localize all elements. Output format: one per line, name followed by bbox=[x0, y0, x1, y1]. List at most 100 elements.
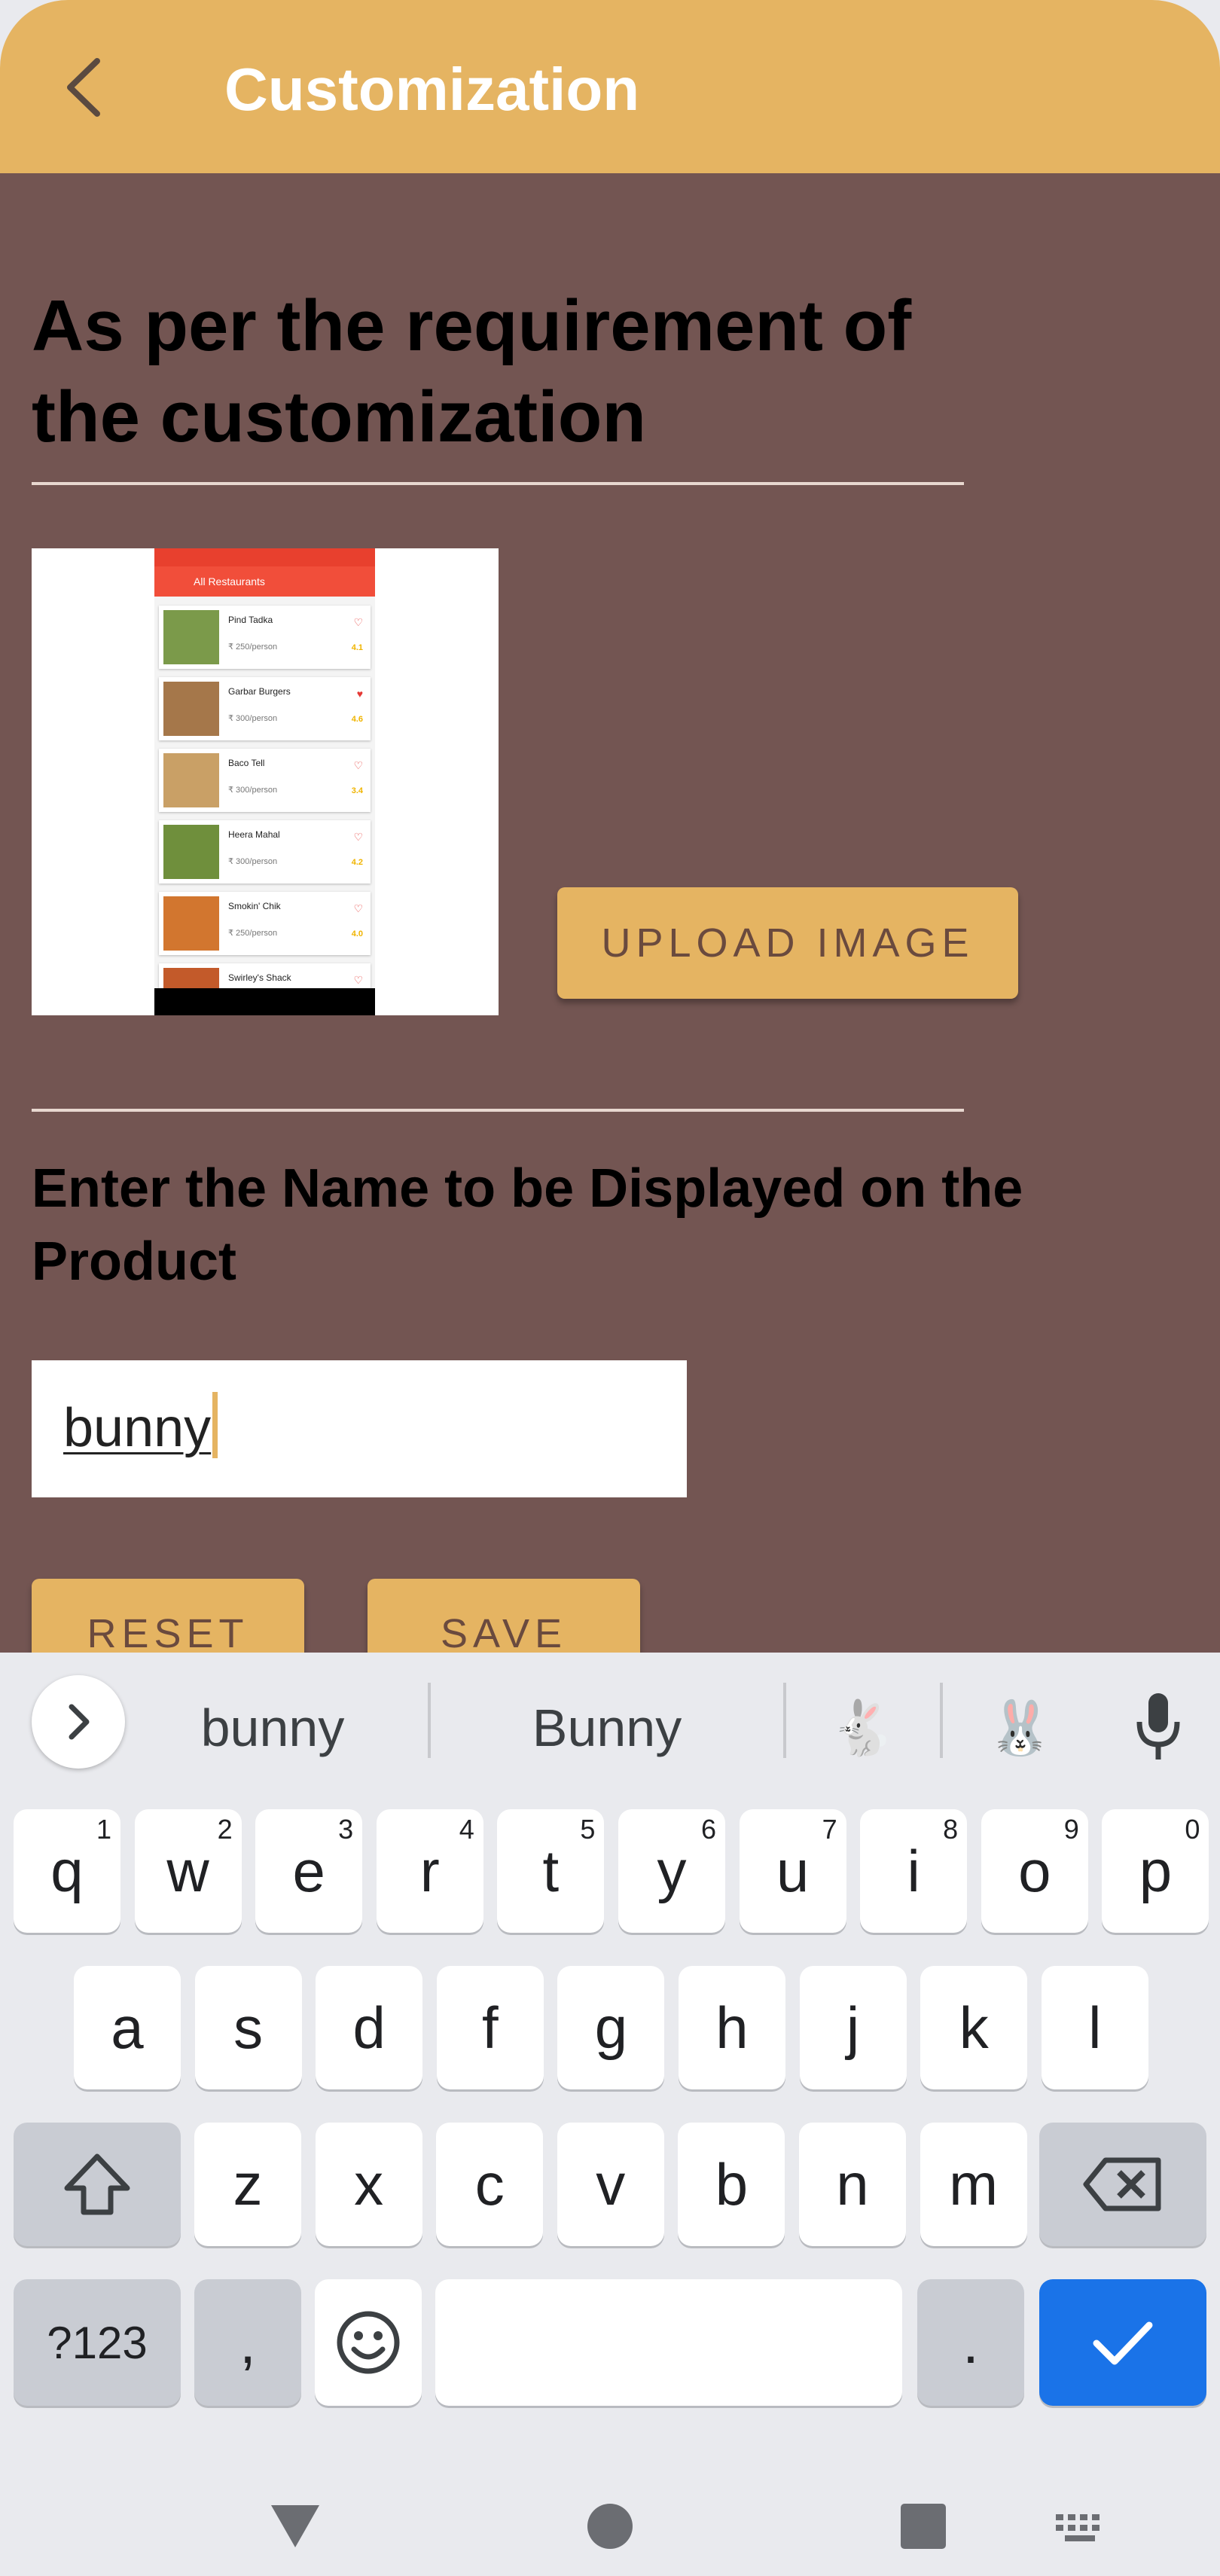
preview-item-name: Baco Tell bbox=[228, 758, 265, 768]
key-f[interactable]: f bbox=[436, 1966, 544, 2089]
key-j[interactable]: j bbox=[799, 1966, 907, 2089]
shift-icon bbox=[64, 2153, 130, 2215]
heart-icon: ♡ bbox=[353, 616, 363, 628]
emoji-icon bbox=[337, 2311, 400, 2374]
app-bar: Customization bbox=[0, 0, 1220, 173]
key-p[interactable]: p0 bbox=[1102, 1809, 1209, 1933]
comma-key[interactable]: , bbox=[194, 2279, 301, 2406]
preview-item-thumbnail bbox=[163, 753, 219, 807]
arrow-back-icon bbox=[67, 58, 100, 117]
nav-home-icon[interactable] bbox=[586, 2502, 634, 2550]
emoji-suggestion-rabbit-face[interactable]: 🐰 bbox=[979, 1698, 1062, 1758]
preview-item-price: ₹ 300/person bbox=[228, 786, 278, 795]
preview-item-thumbnail bbox=[163, 825, 219, 879]
key-t[interactable]: t5 bbox=[497, 1809, 605, 1933]
shift-key[interactable] bbox=[14, 2123, 181, 2246]
suggestion-word[interactable]: bunny bbox=[160, 1698, 386, 1758]
key-hint: 6 bbox=[700, 1814, 716, 1845]
preview-item-name: Garbar Burgers bbox=[228, 686, 291, 697]
key-n[interactable]: n bbox=[799, 2123, 906, 2246]
key-w[interactable]: w2 bbox=[134, 1809, 242, 1933]
key-i[interactable]: i8 bbox=[860, 1809, 968, 1933]
enter-key[interactable] bbox=[1039, 2279, 1206, 2406]
name-input[interactable]: bunny bbox=[32, 1360, 687, 1497]
backspace-key[interactable] bbox=[1039, 2123, 1206, 2246]
suggestion-divider bbox=[783, 1683, 786, 1758]
preview-item-price: ₹ 250/person bbox=[228, 642, 278, 652]
symbols-key[interactable]: ?123 bbox=[14, 2279, 181, 2406]
nav-back-icon[interactable] bbox=[268, 2502, 322, 2550]
preview-item-rating: 4.1 bbox=[351, 643, 363, 652]
key-hint: 9 bbox=[1063, 1814, 1079, 1845]
screen: Customization As per the requirement of … bbox=[0, 0, 1220, 2576]
back-button[interactable] bbox=[47, 50, 122, 125]
key-x[interactable]: x bbox=[315, 2123, 422, 2246]
key-g[interactable]: g bbox=[557, 1966, 665, 2089]
preview-nav-bar bbox=[154, 988, 375, 1015]
key-k[interactable]: k bbox=[920, 1966, 1028, 2089]
key-v[interactable]: v bbox=[557, 2123, 664, 2246]
key-c[interactable]: c bbox=[436, 2123, 544, 2246]
preview-item-thumbnail bbox=[163, 610, 219, 664]
microphone-icon[interactable] bbox=[1122, 1689, 1194, 1767]
preview-list-item: Pind Tadka ₹ 250/person ♡ 4.1 bbox=[159, 606, 371, 669]
period-key[interactable]: . bbox=[917, 2279, 1024, 2406]
suggestion-divider bbox=[940, 1683, 943, 1758]
key-m[interactable]: m bbox=[920, 2123, 1027, 2246]
key-hint: 5 bbox=[580, 1814, 596, 1845]
name-heading: Enter the Name to be Displayed on the Pr… bbox=[32, 1158, 1023, 1292]
name-input-value: bunny bbox=[63, 1398, 212, 1458]
preview-item-thumbnail bbox=[163, 682, 219, 736]
save-button[interactable]: SAVE bbox=[368, 1579, 640, 1653]
text-cursor bbox=[212, 1392, 218, 1458]
key-b[interactable]: b bbox=[678, 2123, 785, 2246]
preview-item-price: ₹ 250/person bbox=[228, 929, 278, 938]
preview-item-price: ₹ 300/person bbox=[228, 857, 278, 866]
key-s[interactable]: s bbox=[194, 1966, 302, 2089]
section-heading: As per the requirement of the customizat… bbox=[32, 285, 912, 457]
space-key[interactable] bbox=[435, 2279, 902, 2406]
upload-image-button[interactable]: UPLOAD IMAGE bbox=[557, 887, 1018, 999]
preview-screenshot: All Restaurants Pind Tadka ₹ 250/person ♡ 4… bbox=[154, 548, 375, 1015]
preview-item-name: Pind Tadka bbox=[228, 615, 273, 625]
key-o[interactable]: o9 bbox=[981, 1809, 1088, 1933]
preview-header: All Restaurants bbox=[154, 548, 375, 597]
preview-item-name: Smokin' Chik bbox=[228, 901, 281, 911]
page-title: Customization bbox=[224, 56, 640, 123]
key-u[interactable]: u7 bbox=[739, 1809, 846, 1933]
heart-icon: ♥ bbox=[356, 688, 363, 700]
key-h[interactable]: h bbox=[679, 1966, 785, 2089]
preview-item-price: ₹ 300/person bbox=[228, 714, 278, 723]
preview-list-item: Garbar Burgers ₹ 300/person ♥ 4.6 bbox=[159, 677, 371, 740]
preview-item-thumbnail bbox=[163, 896, 219, 951]
key-z[interactable]: z bbox=[194, 2123, 301, 2246]
emoji-suggestion-rabbit[interactable]: 🐇 bbox=[821, 1698, 904, 1758]
chevron-right-icon[interactable] bbox=[32, 1675, 125, 1769]
key-q[interactable]: q1 bbox=[14, 1809, 120, 1933]
suggestion-word[interactable]: Bunny bbox=[494, 1698, 720, 1758]
key-l[interactable]: l bbox=[1041, 1966, 1148, 2089]
keyboard-hide-icon[interactable] bbox=[1053, 2510, 1107, 2546]
key-hint: 0 bbox=[1185, 1814, 1200, 1845]
preview-header-title: All Restaurants bbox=[194, 575, 265, 588]
key-a[interactable]: a bbox=[74, 1966, 181, 2089]
soft-keyboard: bunny Bunny 🐇 🐰 q1w2e3r4t5y6u7i8o9p0 asdf… bbox=[0, 1653, 1220, 2576]
reset-button[interactable]: RESET bbox=[32, 1579, 304, 1653]
suggestion-divider bbox=[428, 1683, 431, 1758]
key-d[interactable]: d bbox=[316, 1966, 423, 2089]
emoji-key[interactable] bbox=[315, 2279, 422, 2406]
key-hint: 4 bbox=[459, 1814, 474, 1845]
nav-recents-icon[interactable] bbox=[901, 2504, 946, 2549]
preview-item-rating: 4.6 bbox=[351, 715, 363, 724]
check-icon bbox=[1093, 2321, 1153, 2365]
backspace-icon bbox=[1083, 2157, 1161, 2211]
preview-item-rating: 4.2 bbox=[351, 858, 363, 867]
key-y[interactable]: y6 bbox=[618, 1809, 725, 1933]
preview-item-rating: 4.0 bbox=[351, 929, 363, 939]
key-hint: 8 bbox=[943, 1814, 959, 1845]
main-content[interactable]: As per the requirement of the customizat… bbox=[0, 173, 1220, 1653]
key-hint: 1 bbox=[96, 1814, 111, 1845]
preview-item-rating: 3.4 bbox=[351, 786, 363, 795]
key-e[interactable]: e3 bbox=[255, 1809, 363, 1933]
key-r[interactable]: r4 bbox=[376, 1809, 483, 1933]
